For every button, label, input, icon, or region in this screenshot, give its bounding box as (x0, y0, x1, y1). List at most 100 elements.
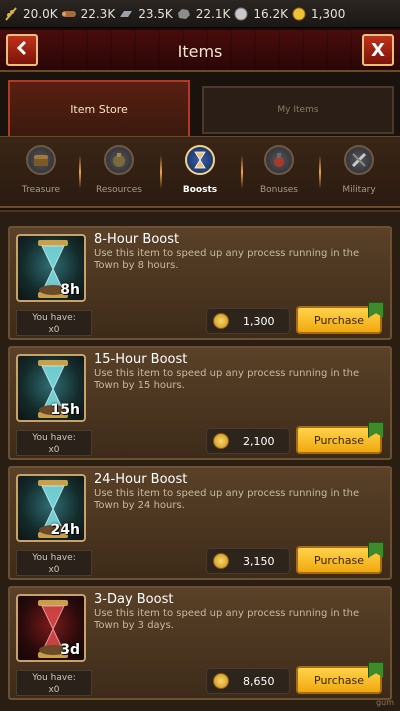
resource-wood[interactable]: 22.3K (60, 5, 116, 23)
purchase-button[interactable]: Purchase (296, 302, 384, 334)
purchase-label: Purchase (314, 313, 364, 327)
category-divider (319, 155, 321, 189)
category-boosts[interactable]: Boosts (165, 143, 235, 203)
resource-iron[interactable]: 23.5K (117, 5, 173, 23)
item-thumbnail: 3d (16, 594, 86, 662)
resource-silver[interactable]: 16.2K (232, 5, 288, 23)
gold-coin-icon (213, 433, 229, 449)
wood-icon (60, 5, 78, 23)
category-bar: Treasure Resources Boosts Bonuses Milita… (0, 136, 400, 208)
header-bar: Items X (0, 28, 400, 72)
weapon-icon (344, 145, 374, 175)
item-name: 15-Hour Boost (94, 352, 188, 367)
item-card-8-hour-boost: 8h You have: x0 8-Hour Boost Use this it… (8, 226, 392, 340)
category-treasure[interactable]: Treasure (6, 143, 76, 203)
category-divider (79, 155, 81, 189)
item-thumbnail: 8h (16, 234, 86, 302)
item-card-15-hour-boost: 15h You have: x0 15-Hour Boost Use this … (8, 346, 392, 460)
duration-badge: 24h (50, 522, 80, 538)
item-description: Use this item to speed up any process ru… (94, 248, 360, 271)
owned-label: You have: (32, 313, 76, 323)
resource-wheat[interactable]: 20.0K (2, 5, 58, 23)
purchase-label: Purchase (314, 433, 364, 447)
hourglass-icon (185, 145, 215, 175)
item-description: Use this item to speed up any process ru… (94, 368, 360, 391)
category-resources[interactable]: Resources (84, 143, 154, 203)
owned-value: x0 (48, 565, 60, 575)
gold-coin-icon (213, 553, 229, 569)
store-tabs: Item Store My Items (0, 74, 400, 136)
item-thumbnail: 15h (16, 354, 86, 422)
gold-coin-icon (213, 673, 229, 689)
price-amount: 8,650 (243, 674, 275, 688)
category-military[interactable]: Military (324, 143, 394, 203)
silver-icon (232, 5, 250, 23)
resources-bag-icon (104, 145, 134, 175)
gold-coin-icon (213, 313, 229, 329)
category-military-label: Military (342, 185, 376, 195)
potion-icon (264, 145, 294, 175)
owned-value: x0 (48, 685, 60, 695)
owned-count: You have: x0 (16, 670, 92, 696)
duration-badge: 15h (50, 402, 80, 418)
close-icon: X (371, 39, 385, 61)
gold-icon (290, 5, 308, 23)
owned-value: x0 (48, 445, 60, 455)
purchase-button[interactable]: Purchase (296, 662, 384, 694)
item-description: Use this item to speed up any process ru… (94, 488, 360, 511)
item-description: Use this item to speed up any process ru… (94, 608, 360, 631)
item-thumbnail: 24h (16, 474, 86, 542)
resource-iron-value: 23.5K (138, 6, 173, 21)
close-button[interactable]: X (362, 34, 394, 66)
category-treasure-label: Treasure (21, 185, 61, 195)
item-name: 8-Hour Boost (94, 232, 180, 247)
category-bonuses-label: Bonuses (259, 185, 298, 195)
purchase-label: Purchase (314, 553, 364, 567)
purchase-label: Purchase (314, 673, 364, 687)
ribbon-chevron-icon (368, 542, 384, 558)
stone-icon (175, 5, 193, 23)
owned-label: You have: (32, 673, 76, 683)
purchase-button[interactable]: Purchase (296, 542, 384, 574)
resource-gold-value: 1,300 (310, 6, 346, 21)
category-boosts-label: Boosts (182, 185, 218, 195)
duration-badge: 8h (60, 282, 80, 298)
item-card-24-hour-boost: 24h You have: x0 24-Hour Boost Use this … (8, 466, 392, 580)
owned-count: You have: x0 (16, 550, 92, 576)
treasure-chest-icon (26, 145, 56, 175)
owned-value: x0 (48, 325, 60, 335)
category-divider (160, 155, 162, 189)
tab-item-store[interactable]: Item Store (8, 80, 190, 136)
owned-count: You have: x0 (16, 310, 92, 336)
resource-wood-value: 22.3K (80, 6, 116, 21)
category-resources-label: Resources (96, 185, 142, 195)
resource-bar: 20.0K 22.3K 23.5K 22.1K 16.2K 1,300 (0, 0, 400, 28)
category-divider (241, 155, 243, 189)
owned-label: You have: (32, 553, 76, 563)
resource-gold[interactable]: 1,300 (290, 5, 345, 23)
ribbon-chevron-icon (368, 422, 384, 438)
resource-wheat-value: 20.0K (23, 6, 58, 21)
duration-badge: 3d (60, 642, 80, 658)
watermark: gum (376, 698, 394, 707)
price-amount: 3,150 (243, 554, 275, 568)
resource-silver-value: 16.2K (253, 6, 288, 21)
page-title: Items (177, 42, 223, 61)
price-display: 1,300 (206, 308, 290, 334)
item-list[interactable]: 8h You have: x0 8-Hour Boost Use this it… (0, 210, 400, 711)
tab-my-items[interactable]: My Items (202, 86, 394, 134)
item-name: 3-Day Boost (94, 592, 174, 607)
ribbon-chevron-icon (368, 662, 384, 678)
wheat-icon (2, 5, 20, 23)
price-amount: 2,100 (243, 434, 275, 448)
category-bonuses[interactable]: Bonuses (244, 143, 314, 203)
price-display: 2,100 (206, 428, 290, 454)
ribbon-chevron-icon (368, 302, 384, 318)
item-card-3-day-boost: 3d You have: x0 3-Day Boost Use this ite… (8, 586, 392, 700)
owned-label: You have: (32, 433, 76, 443)
resource-stone[interactable]: 22.1K (175, 5, 231, 23)
purchase-button[interactable]: Purchase (296, 422, 384, 454)
item-name: 24-Hour Boost (94, 472, 188, 487)
iron-icon (117, 5, 135, 23)
resource-stone-value: 22.1K (195, 6, 231, 21)
